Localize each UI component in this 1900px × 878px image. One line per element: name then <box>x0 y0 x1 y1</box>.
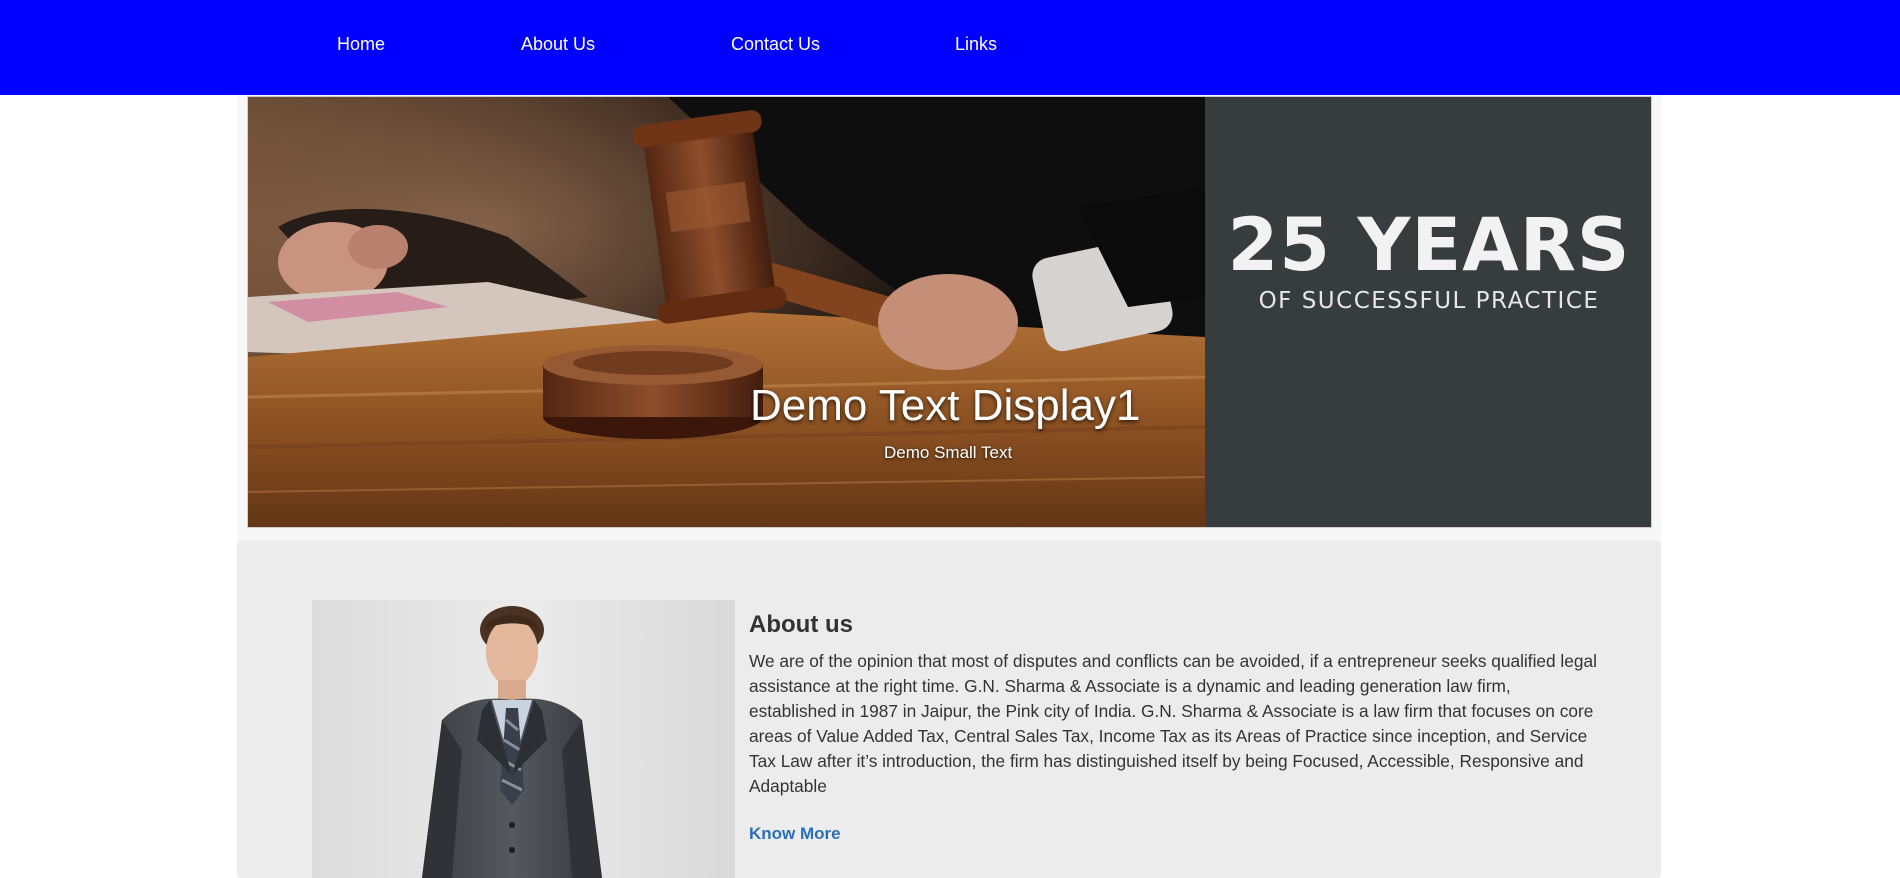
gavel-illustration <box>248 97 1205 527</box>
know-more-link[interactable]: Know More <box>749 824 841 844</box>
top-navbar: Home About Us Contact Us Links <box>0 0 1900 95</box>
about-heading: About us <box>749 611 853 638</box>
hero-gavel-image <box>248 97 1205 527</box>
carousel-caption-subtitle: Demo Small Text <box>884 443 1013 462</box>
years-heading: 25 YEARS <box>1227 203 1631 288</box>
hero-side-panel: 25 YEARS OF SUCCESSFUL PRACTICE <box>1205 97 1651 527</box>
nav-link-about-us[interactable]: About Us <box>521 34 595 55</box>
nav-link-home[interactable]: Home <box>337 34 385 55</box>
nav-link-contact-us[interactable]: Contact Us <box>731 34 820 55</box>
carousel-caption-title: Demo Text Display1 <box>750 381 1141 430</box>
hero-slider[interactable]: 25 YEARS OF SUCCESSFUL PRACTICE Demo Tex… <box>247 96 1652 528</box>
businessman-illustration <box>312 600 735 878</box>
about-portrait-image <box>312 600 735 878</box>
nav-link-links[interactable]: Links <box>955 34 997 55</box>
years-subheading: OF SUCCESSFUL PRACTICE <box>1258 288 1600 314</box>
about-paragraph: We are of the opinion that most of dispu… <box>749 651 1597 796</box>
